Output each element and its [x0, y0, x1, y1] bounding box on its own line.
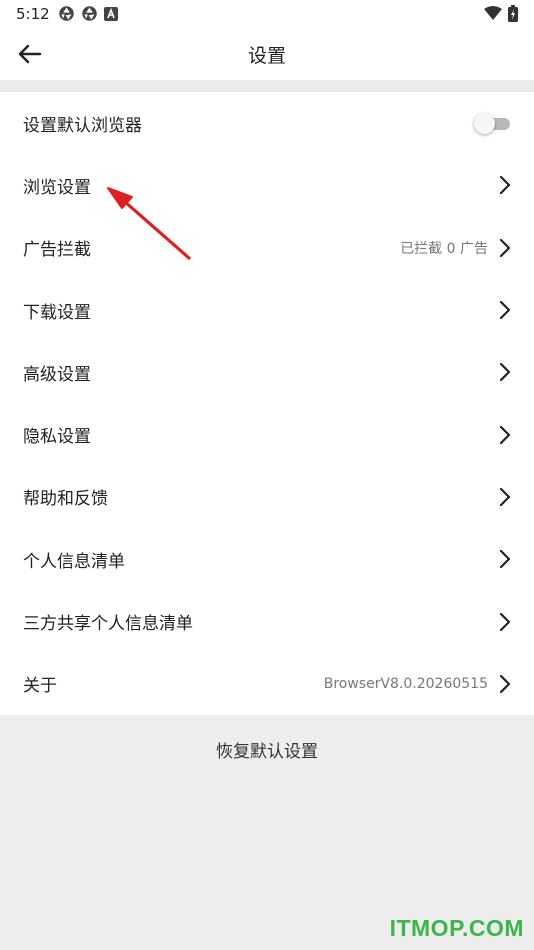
setting-browsing[interactable]: 浏览设置	[0, 154, 534, 216]
aperture-icon	[59, 6, 74, 21]
chevron-right-icon	[499, 487, 511, 507]
chevron-right-icon	[499, 550, 511, 569]
header-divider	[0, 80, 534, 92]
setting-label: 帮助和反馈	[23, 489, 108, 510]
chevron-right-icon	[499, 238, 511, 257]
settings-list: 设置默认浏览器 浏览设置 广告拦截 已拦截 0 广告 下载设置 高级设置 隐私设…	[0, 92, 534, 715]
aperture-icon	[82, 6, 97, 21]
a-box-icon	[104, 6, 118, 21]
ad-block-count: 已拦截 0 广告	[400, 240, 488, 257]
setting-label: 关于	[23, 676, 57, 697]
setting-third-party-info-list[interactable]: 三方共享个人信息清单	[0, 590, 534, 652]
reset-defaults-button[interactable]: 恢复默认设置	[0, 720, 534, 784]
setting-label: 浏览设置	[23, 177, 91, 198]
status-time: 5:12	[16, 5, 50, 23]
setting-default-browser[interactable]: 设置默认浏览器	[0, 92, 534, 154]
app-bar: 设置	[0, 28, 534, 80]
chevron-right-icon	[499, 674, 511, 693]
chevron-right-icon	[499, 363, 511, 382]
setting-download[interactable]: 下载设置	[0, 279, 534, 341]
setting-label: 设置默认浏览器	[23, 115, 142, 136]
chevron-right-icon	[499, 612, 511, 631]
wifi-icon	[484, 6, 502, 20]
setting-label: 三方共享个人信息清单	[23, 614, 193, 635]
setting-label: 广告拦截	[23, 240, 91, 261]
app-version: BrowserV8.0.20260515	[323, 675, 488, 692]
status-bar: 5:12	[0, 0, 534, 28]
chevron-right-icon	[499, 176, 511, 195]
setting-about[interactable]: 关于 BrowserV8.0.20260515	[0, 653, 534, 715]
setting-personal-info-list[interactable]: 个人信息清单	[0, 528, 534, 590]
chevron-right-icon	[499, 300, 511, 320]
watermark-logo: ITMOP.COM	[389, 915, 524, 941]
setting-label: 下载设置	[23, 302, 91, 323]
status-system-icons	[484, 5, 518, 22]
setting-privacy[interactable]: 隐私设置	[0, 403, 534, 465]
default-browser-toggle[interactable]	[474, 113, 510, 135]
setting-label: 高级设置	[23, 364, 91, 385]
chevron-right-icon	[499, 425, 511, 444]
page-title: 设置	[247, 45, 286, 67]
setting-advanced[interactable]: 高级设置	[0, 341, 534, 403]
battery-icon	[508, 5, 518, 22]
setting-help-feedback[interactable]: 帮助和反馈	[0, 466, 534, 528]
status-notification-icons	[58, 5, 118, 22]
setting-ad-block[interactable]: 广告拦截 已拦截 0 广告	[0, 217, 534, 279]
setting-label: 隐私设置	[23, 427, 91, 448]
setting-label: 个人信息清单	[23, 551, 125, 572]
toggle-thumb	[474, 113, 495, 135]
